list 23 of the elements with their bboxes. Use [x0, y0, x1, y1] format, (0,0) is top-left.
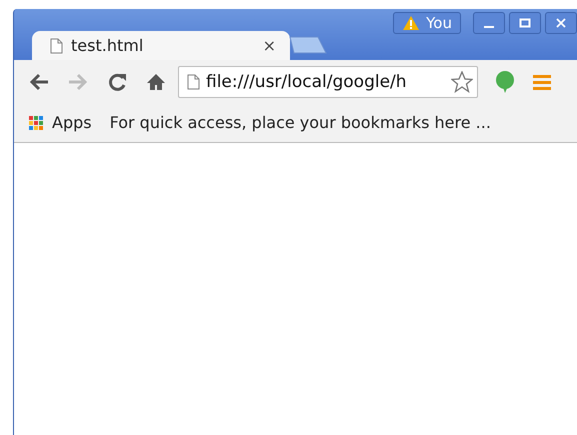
- tab-title: test.html: [71, 36, 144, 55]
- url-text: file:///usr/local/google/h: [206, 72, 408, 92]
- profile-button[interactable]: You: [393, 12, 461, 34]
- bookmarks-hint: For quick access, place your bookmarks here ...: [110, 113, 491, 132]
- maximize-button[interactable]: [509, 12, 541, 34]
- close-icon: [555, 17, 567, 29]
- apps-button[interactable]: Apps: [28, 113, 92, 132]
- maximize-icon: [519, 17, 531, 29]
- home-icon[interactable]: [145, 72, 167, 92]
- back-icon[interactable]: [28, 72, 50, 92]
- reload-icon[interactable]: [106, 72, 128, 92]
- minimize-button[interactable]: [473, 12, 505, 34]
- tab-close-button[interactable]: ×: [262, 36, 276, 55]
- new-tab-button[interactable]: [288, 35, 328, 55]
- address-bar[interactable]: file:///usr/local/google/h: [178, 66, 478, 98]
- close-button[interactable]: [545, 12, 577, 34]
- minimize-icon: [484, 26, 494, 28]
- warning-icon: [402, 15, 420, 31]
- page-icon: [50, 38, 63, 54]
- apps-grid-icon: [28, 114, 44, 130]
- star-icon[interactable]: [451, 70, 473, 92]
- browser-tab[interactable]: test.html ×: [32, 31, 290, 60]
- page-icon: [187, 74, 200, 90]
